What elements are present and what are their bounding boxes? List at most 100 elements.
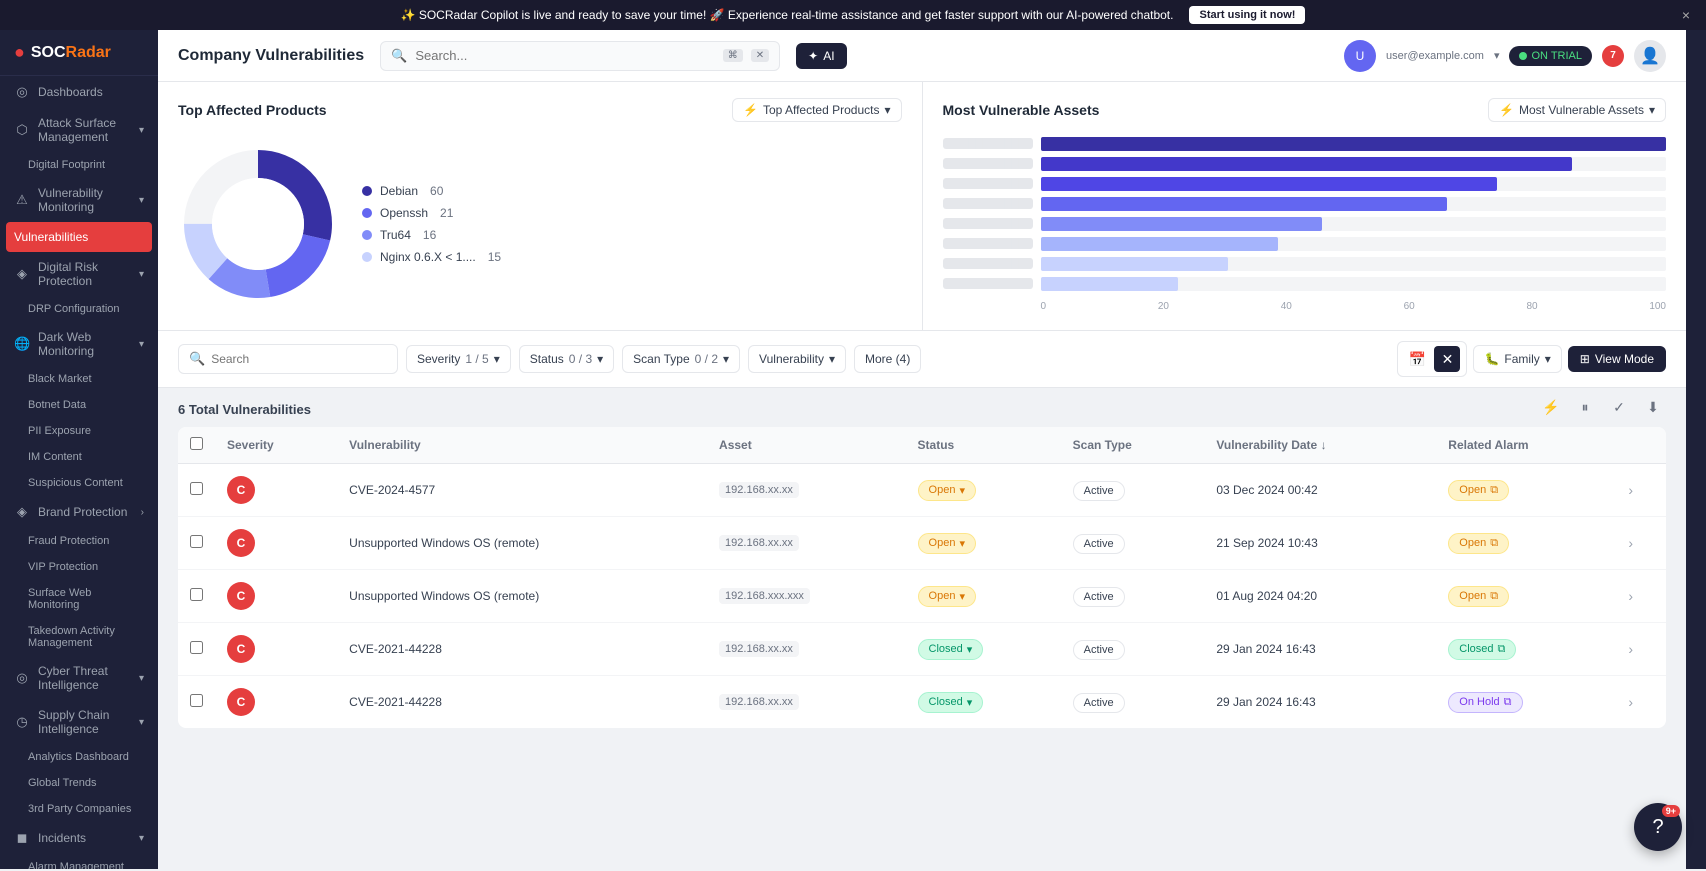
vuln-name-5: CVE-2021-44228 (349, 695, 442, 709)
download-icon[interactable]: ⬇ (1640, 395, 1666, 421)
sidebar-item-surface-web[interactable]: Surface Web Monitoring (0, 580, 158, 618)
view-mode-button[interactable]: ⊞ View Mode (1568, 346, 1666, 372)
row-3-severity: C (215, 570, 337, 623)
sidebar-item-vulnerabilities[interactable]: Vulnerabilities (6, 222, 152, 252)
legend-count-openssh: 21 (440, 206, 453, 220)
filter-active-icon[interactable]: ⚡ (1538, 395, 1564, 421)
external-link-icon[interactable]: ⧉ (1490, 537, 1498, 550)
sidebar-item-suspicious-content[interactable]: Suspicious Content (0, 470, 158, 496)
donut-chart-area: Debian 60 Openssh 21 Tru64 (178, 134, 902, 314)
row-3-checkbox[interactable] (190, 588, 203, 601)
sidebar-item-fraud-protection[interactable]: Fraud Protection (0, 528, 158, 554)
row-expand-3[interactable]: › (1628, 588, 1633, 604)
sidebar-item-3rd-party[interactable]: 3rd Party Companies (0, 796, 158, 822)
select-all-checkbox[interactable] (190, 437, 203, 450)
most-vulnerable-filter-button[interactable]: ⚡ Most Vulnerable Assets ▾ (1488, 98, 1666, 122)
dark-web-icon: 🌐 (14, 336, 30, 352)
sidebar-item-cti[interactable]: ◎ Cyber Threat Intelligence ▾ (0, 656, 158, 700)
sidebar-item-pii-exposure[interactable]: PII Exposure (0, 418, 158, 444)
status-open-badge-2[interactable]: Open ▾ (918, 533, 976, 554)
sidebar-item-alarm-management[interactable]: Alarm Management (0, 854, 158, 869)
bar-row-8: ██ (943, 277, 1667, 291)
sidebar-item-label: Vulnerability Monitoring (38, 186, 131, 214)
row-expand-5[interactable]: › (1628, 694, 1633, 710)
scan-type-filter-button[interactable]: Scan Type 0 / 2 ▾ (622, 345, 740, 373)
calendar-icon-button[interactable]: 📅 (1404, 346, 1430, 372)
close-filter-button[interactable]: ✕ (1434, 346, 1460, 372)
sidebar-item-global-trends[interactable]: Global Trends (0, 770, 158, 796)
start-cta-button[interactable]: Start using it now! (1189, 6, 1305, 24)
scan-badge-5: Active (1073, 693, 1125, 713)
legend-count-tru64: 16 (423, 228, 436, 242)
vulnerability-search-input[interactable] (211, 352, 387, 366)
sidebar-item-black-market[interactable]: Black Market (0, 366, 158, 392)
more-filter-button[interactable]: More (4) (854, 345, 921, 373)
status-closed-badge-4[interactable]: Closed ▾ (918, 639, 984, 660)
row-4-date: 29 Jan 2024 16:43 (1204, 623, 1436, 676)
row-expand-1[interactable]: › (1628, 482, 1633, 498)
row-4-expand: › (1616, 623, 1666, 676)
row-5-checkbox[interactable] (190, 694, 203, 707)
row-4-checkbox-cell (178, 623, 215, 676)
sidebar-item-supply-chain[interactable]: ◷ Supply Chain Intelligence ▾ (0, 700, 158, 744)
sidebar-item-analytics[interactable]: Analytics Dashboard (0, 744, 158, 770)
row-expand-4[interactable]: › (1628, 641, 1633, 657)
filter-search-box: 🔍 (178, 344, 398, 374)
vuln-date-column-header[interactable]: Vulnerability Date ↓ (1204, 427, 1436, 464)
vuln-name-4: CVE-2021-44228 (349, 642, 442, 656)
row-1-checkbox[interactable] (190, 482, 203, 495)
sidebar-item-vip-protection[interactable]: VIP Protection (0, 554, 158, 580)
status-open-badge-3[interactable]: Open ▾ (918, 586, 976, 607)
row-5-status: Closed ▾ (906, 676, 1061, 729)
row-5-scan-type: Active (1061, 676, 1205, 729)
vulnerability-filter-button[interactable]: Vulnerability ▾ (748, 345, 846, 373)
sidebar-item-incidents[interactable]: ◼ Incidents ▾ (0, 822, 158, 854)
external-link-icon[interactable]: ⧉ (1490, 484, 1498, 497)
chat-bubble-button[interactable]: ? 9+ (1634, 803, 1682, 851)
search-close-icon[interactable]: ✕ (751, 49, 769, 62)
bar-x-axis: 0 20 40 60 80 100 (943, 301, 1667, 312)
checkmark-icon[interactable]: ✓ (1606, 395, 1632, 421)
chevron-down-icon: ▾ (884, 103, 890, 117)
most-vulnerable-assets-panel: Most Vulnerable Assets ⚡ Most Vulnerable… (923, 82, 1687, 330)
sidebar-item-takedown[interactable]: Takedown Activity Management (0, 618, 158, 656)
row-expand-2[interactable]: › (1628, 535, 1633, 551)
bar-row-7: ███ (943, 257, 1667, 271)
row-4-asset: 192.168.xx.xx (707, 623, 905, 676)
sidebar-item-drp-config[interactable]: DRP Configuration (0, 296, 158, 322)
notification-badge[interactable]: 7 (1602, 45, 1624, 67)
banner-close-button[interactable]: × (1682, 7, 1690, 23)
row-2-checkbox[interactable] (190, 535, 203, 548)
sidebar-item-botnet-data[interactable]: Botnet Data (0, 392, 158, 418)
top-affected-filter-button[interactable]: ⚡ Top Affected Products ▾ (732, 98, 902, 122)
sidebar-item-drp[interactable]: ◈ Digital Risk Protection ▾ (0, 252, 158, 296)
severity-filter-button[interactable]: Severity 1 / 5 ▾ (406, 345, 511, 373)
drp-icon: ◈ (14, 266, 30, 282)
external-link-icon[interactable]: ⧉ (1504, 696, 1512, 709)
dropdown-icon[interactable]: ▾ (1494, 49, 1500, 62)
grid-icon: ⊞ (1580, 352, 1590, 366)
user-profile-button[interactable]: 👤 (1634, 40, 1666, 72)
row-4-checkbox[interactable] (190, 641, 203, 654)
user-avatar[interactable]: U (1344, 40, 1376, 72)
sidebar-item-digital-footprint[interactable]: Digital Footprint (0, 152, 158, 178)
search-input[interactable] (415, 48, 714, 63)
sidebar-item-im-content[interactable]: IM Content (0, 444, 158, 470)
pause-icon[interactable]: ⏸ (1572, 395, 1598, 421)
vulnerability-column-header: Vulnerability (337, 427, 707, 464)
sidebar-item-brand-protection[interactable]: ◈ Brand Protection › (0, 496, 158, 528)
family-filter-button[interactable]: 🐛 Family ▾ (1473, 345, 1561, 373)
sidebar-item-asm[interactable]: ⬡ Attack Surface Management ▾ (0, 108, 158, 152)
sidebar-item-dashboards[interactable]: ◎ Dashboards (0, 76, 158, 108)
scan-type-chevron-icon: ▾ (723, 352, 729, 366)
status-closed-badge-5[interactable]: Closed ▾ (918, 692, 984, 713)
external-link-icon[interactable]: ⧉ (1490, 590, 1498, 603)
ai-button[interactable]: ✦ AI (796, 43, 846, 69)
bar-fill-5 (1041, 217, 1322, 231)
status-filter-button[interactable]: Status 0 / 3 ▾ (519, 345, 614, 373)
supply-chain-icon: ◷ (14, 714, 30, 730)
sidebar-item-vuln-monitoring[interactable]: ⚠ Vulnerability Monitoring ▾ (0, 178, 158, 222)
external-link-icon[interactable]: ⧉ (1498, 643, 1506, 656)
sidebar-item-dark-web[interactable]: 🌐 Dark Web Monitoring ▾ (0, 322, 158, 366)
status-open-badge-1[interactable]: Open ▾ (918, 480, 976, 501)
